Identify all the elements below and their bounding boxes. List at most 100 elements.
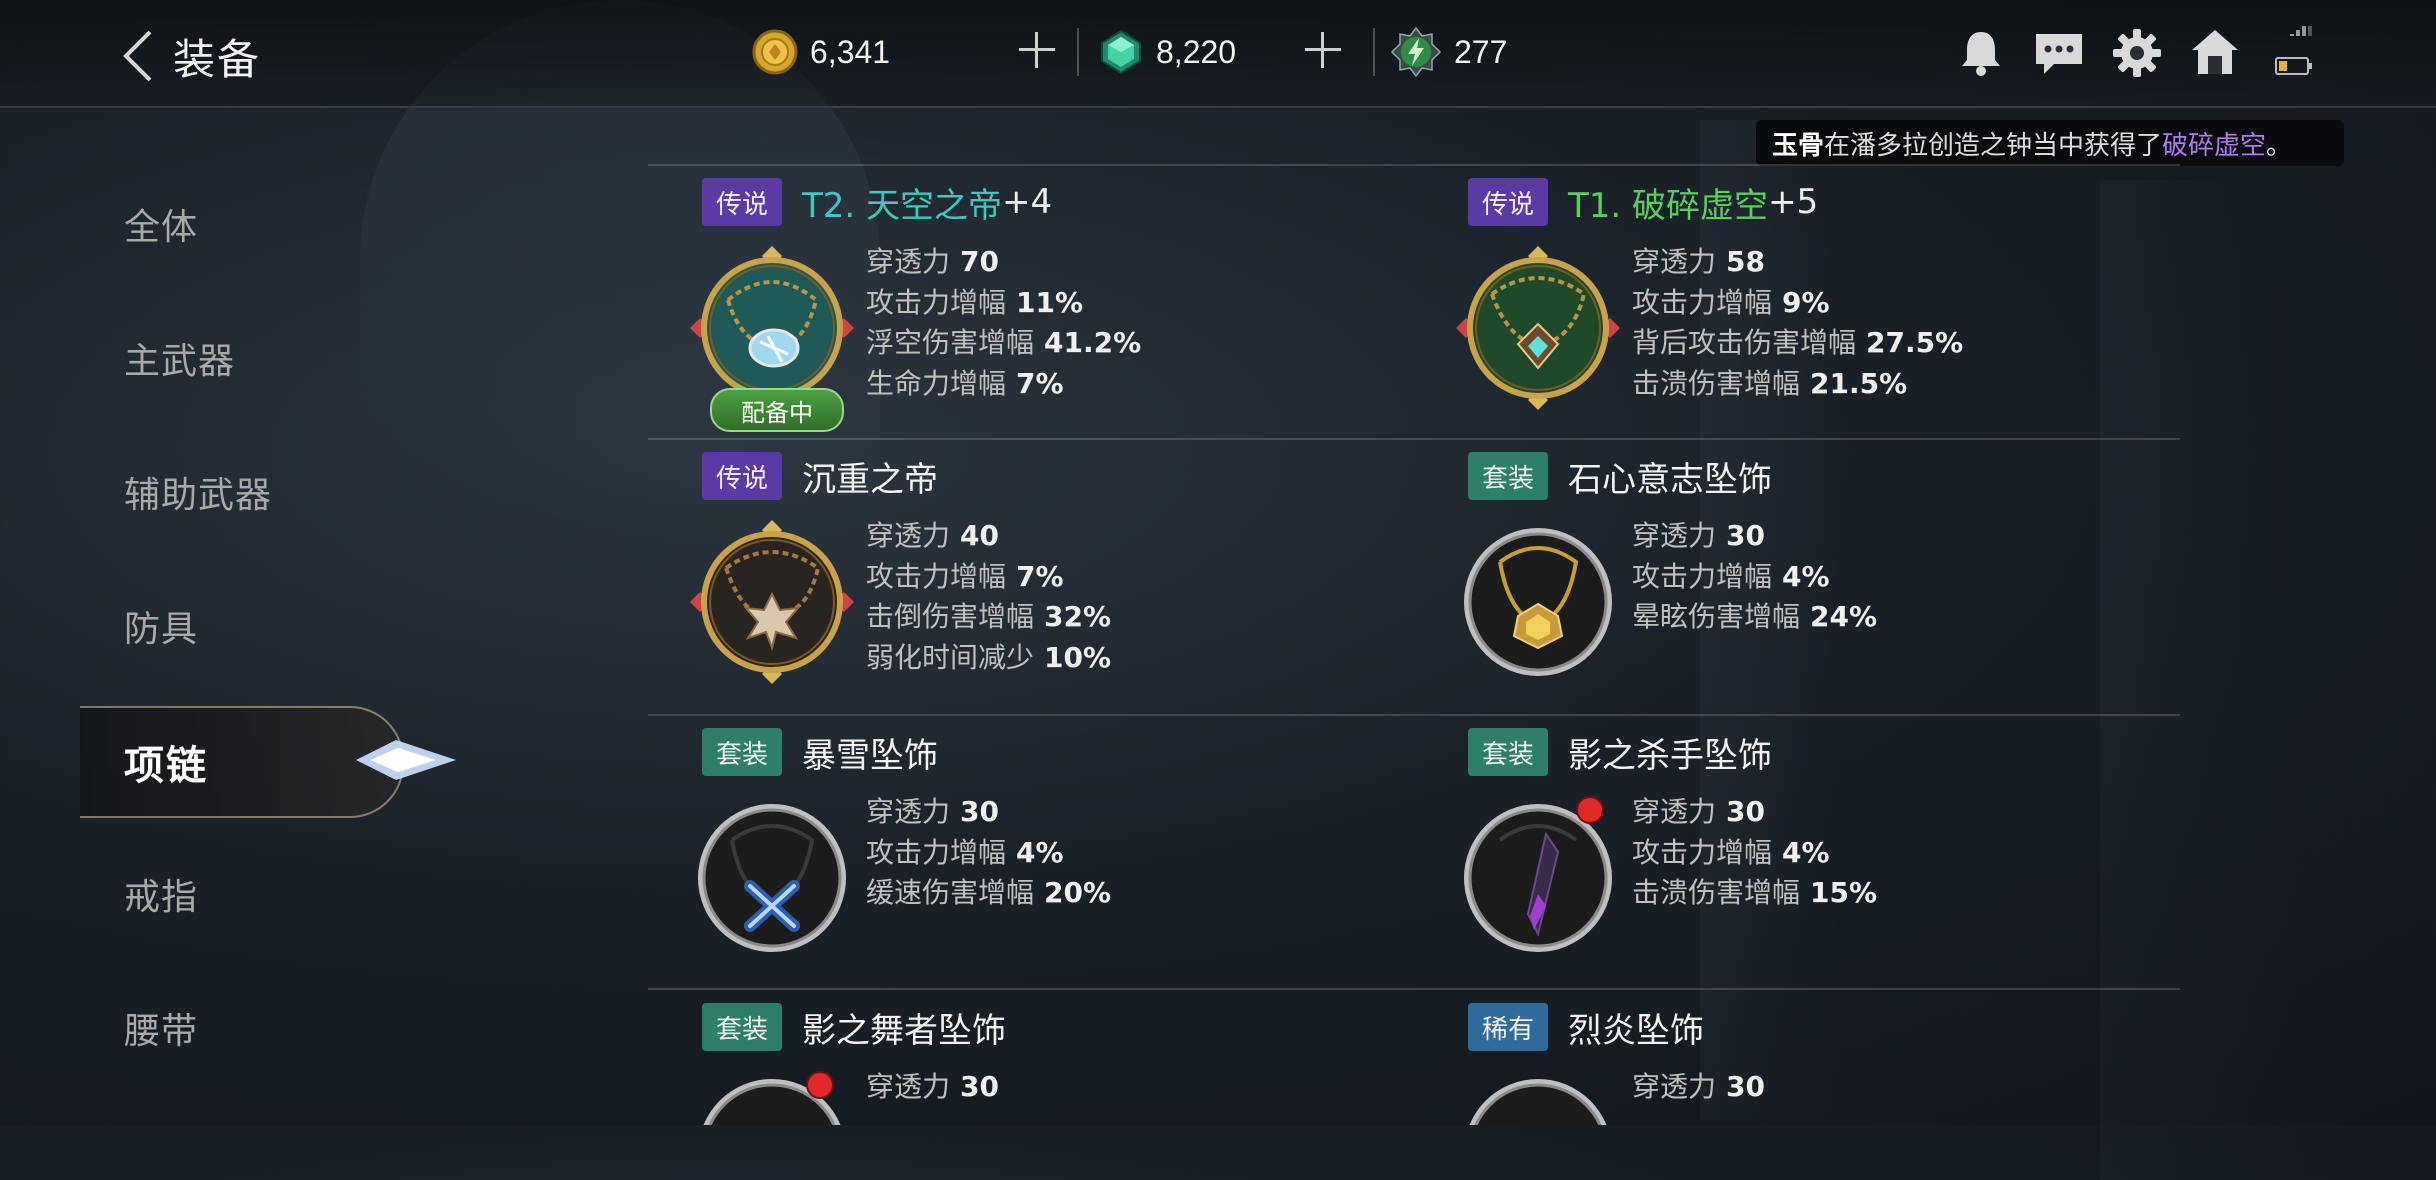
stat-list: 穿透力 30 攻击力增幅 4% 击溃伤害增幅 15% [1632,792,1877,914]
add-gold-button[interactable] [1017,30,1057,70]
sidebar-item-armor[interactable]: 防具 [124,600,198,652]
stat-row: 穿透力 30 [866,1070,999,1103]
gold-currency: 6,341 [752,22,890,82]
stat-row: 生命力增幅 7% [866,366,1064,400]
rarity-badge: 传说 [702,178,783,226]
diamond-amount: 8,220 [1156,33,1237,70]
energy-currency: 277 [1390,22,1507,82]
top-bar: 装备 6,341 8,220 277 [0,0,2436,108]
divider [1077,28,1079,76]
necklace-card[interactable]: 传说 T2. 天空之帝 +4 配备中 穿透力 70 攻击力增幅 11% 浮空伤害增幅… [648,178,1388,448]
item-name: T1. 破碎虚空 +5 [1568,178,1818,226]
stat-row: 缓速伤害增幅 20% [866,876,1112,909]
add-diamond-button[interactable] [1303,30,1343,70]
rarity-badge: 传说 [702,452,783,500]
rarity-badge: 传说 [1468,178,1549,226]
stat-row: 穿透力 30 [1632,1070,1765,1103]
sidebar-item-necklace-label: 项链 [124,743,208,789]
equipped-badge: 配备中 [710,388,844,432]
stat-row: 弱化时间减少 10% [866,640,1112,674]
stat-row: 击倒伤害增幅 32% [866,600,1112,633]
stat-list: 穿透力 70 攻击力增幅 11% 浮空伤害增幅 41.2% 生命力增幅 7% [866,242,1141,404]
blaze-pendant-icon [1469,1079,1607,1125]
sidebar-item-ring[interactable]: 戒指 [124,868,198,920]
back-arrow-icon[interactable] [118,28,158,84]
item-name: 沉重之帝 [802,459,938,500]
rarity-badge: 套装 [1468,452,1549,500]
selected-indicator-icon [356,740,456,780]
gold-coin-icon [752,29,798,75]
chat-icon[interactable] [2032,26,2086,80]
item-tier-name: T2. 天空之帝 [802,185,1003,226]
divider [1373,28,1375,76]
gear-icon[interactable] [2110,26,2164,80]
stat-row: 浮空伤害增幅 41.2% [866,326,1142,359]
shattered-void-necklace-icon [1456,246,1620,410]
item-name: 暴雪坠饰 [802,735,938,776]
stat-row: 穿透力 30 [1632,795,1765,828]
lightning-energy-icon [1390,26,1442,78]
item-tier-name: T1. 破碎虚空 [1568,185,1769,226]
item-level: +5 [1768,182,1819,222]
stat-list: 穿透力 30 [866,1067,999,1108]
sidebar-item-all[interactable]: 全体 [124,198,198,250]
item-level: +4 [1002,182,1053,222]
energy-amount: 277 [1454,33,1508,70]
necklace-card[interactable]: 套装 暴雪坠饰 穿透力 30 攻击力增幅 4% 缓速伤害增幅 20% [648,728,1388,998]
rarity-badge: 稀有 [1468,1003,1549,1051]
stat-list: 穿透力 30 [1632,1067,1765,1108]
home-icon[interactable] [2188,26,2242,80]
item-name: 影之舞者坠饰 [802,1010,1006,1051]
sidebar-item-sub-weapon[interactable]: 辅助武器 [124,466,272,518]
stat-list: 穿透力 30 攻击力增幅 4% 晕眩伤害增幅 24% [1632,516,1877,638]
gold-amount: 6,341 [810,33,891,70]
rarity-badge: 套装 [702,728,783,776]
item-name: 石心意志坠饰 [1568,459,1772,500]
stat-row: 攻击力增幅 11% [866,285,1084,319]
stat-row: 攻击力增幅 4% [1632,835,1830,869]
heavy-emperor-necklace-icon [690,520,854,684]
stat-list: 穿透力 30 攻击力增幅 4% 缓速伤害增幅 20% [866,792,1111,914]
sidebar-item-main-weapon[interactable]: 主武器 [124,332,235,384]
stat-row: 攻击力增幅 7% [866,559,1064,593]
new-item-dot [1576,796,1604,824]
new-item-dot [806,1071,834,1099]
bell-icon[interactable] [1954,26,2008,80]
stat-row: 穿透力 40 [866,519,999,552]
item-name: T2. 天空之帝 +4 [802,178,1052,226]
blizzard-pendant-icon [698,804,846,952]
stat-row: 攻击力增幅 4% [866,835,1064,869]
stat-row: 穿透力 30 [1632,519,1765,552]
rarity-badge: 套装 [702,1003,783,1051]
stat-row: 穿透力 30 [866,795,999,828]
sky-emperor-necklace-icon [690,246,854,410]
stoneheart-pendant-icon [1464,528,1612,676]
stat-row: 攻击力增幅 4% [1632,559,1830,593]
necklace-card[interactable]: 稀有 烈炎坠饰 穿透力 30 [1414,1003,2154,1125]
diamond-currency: 8,220 [1098,22,1236,82]
stat-row: 晕眩伤害增幅 24% [1632,600,1878,633]
item-name: 影之杀手坠饰 [1568,735,1772,776]
notice-end: 。 [2266,130,2293,161]
stat-row: 击溃伤害增幅 15% [1632,876,1878,909]
stat-list: 穿透力 40 攻击力增幅 7% 击倒伤害增幅 32% 弱化时间减少 10% [866,516,1111,678]
stat-row: 穿透力 58 [1632,245,1765,278]
necklace-card[interactable]: 传说 沉重之帝 穿透力 40 攻击力增幅 7% 击倒伤害增幅 32% 弱化时间减少 10… [648,452,1388,722]
notice-item: 破碎虚空 [2162,130,2267,161]
stat-row: 攻击力增幅 9% [1632,285,1830,319]
loot-notification: 玉骨 在潘多拉创造之钟当中获得了 破碎虚空 。 [1756,120,2344,166]
page-title: 装备 [173,35,262,84]
stat-row: 背后攻击伤害增幅 27.5% [1632,326,1964,359]
sidebar-item-belt[interactable]: 腰带 [124,1002,198,1054]
necklace-card[interactable]: 传说 T1. 破碎虚空 +5 穿透力 58 攻击力增幅 9% 背后攻击伤害增幅 27.… [1414,178,2154,448]
row-divider [648,164,2180,166]
stat-row: 穿透力 70 [866,245,999,278]
necklace-card[interactable]: 套装 石心意志坠饰 穿透力 30 攻击力增幅 4% 晕眩伤害增幅 24% [1414,452,2154,722]
signal-battery-icon [2275,26,2312,75]
rarity-badge: 套装 [1468,728,1549,776]
notice-player: 玉骨 [1772,130,1825,161]
necklace-card[interactable]: 套装 影之杀手坠饰 穿透力 30 攻击力增幅 4% 击溃伤害增幅 15% [1414,728,2154,998]
item-name: 烈炎坠饰 [1568,1010,1704,1051]
necklace-card[interactable]: 套装 影之舞者坠饰 穿透力 30 [648,1003,1388,1125]
stat-row: 击溃伤害增幅 21.5% [1632,366,1908,400]
